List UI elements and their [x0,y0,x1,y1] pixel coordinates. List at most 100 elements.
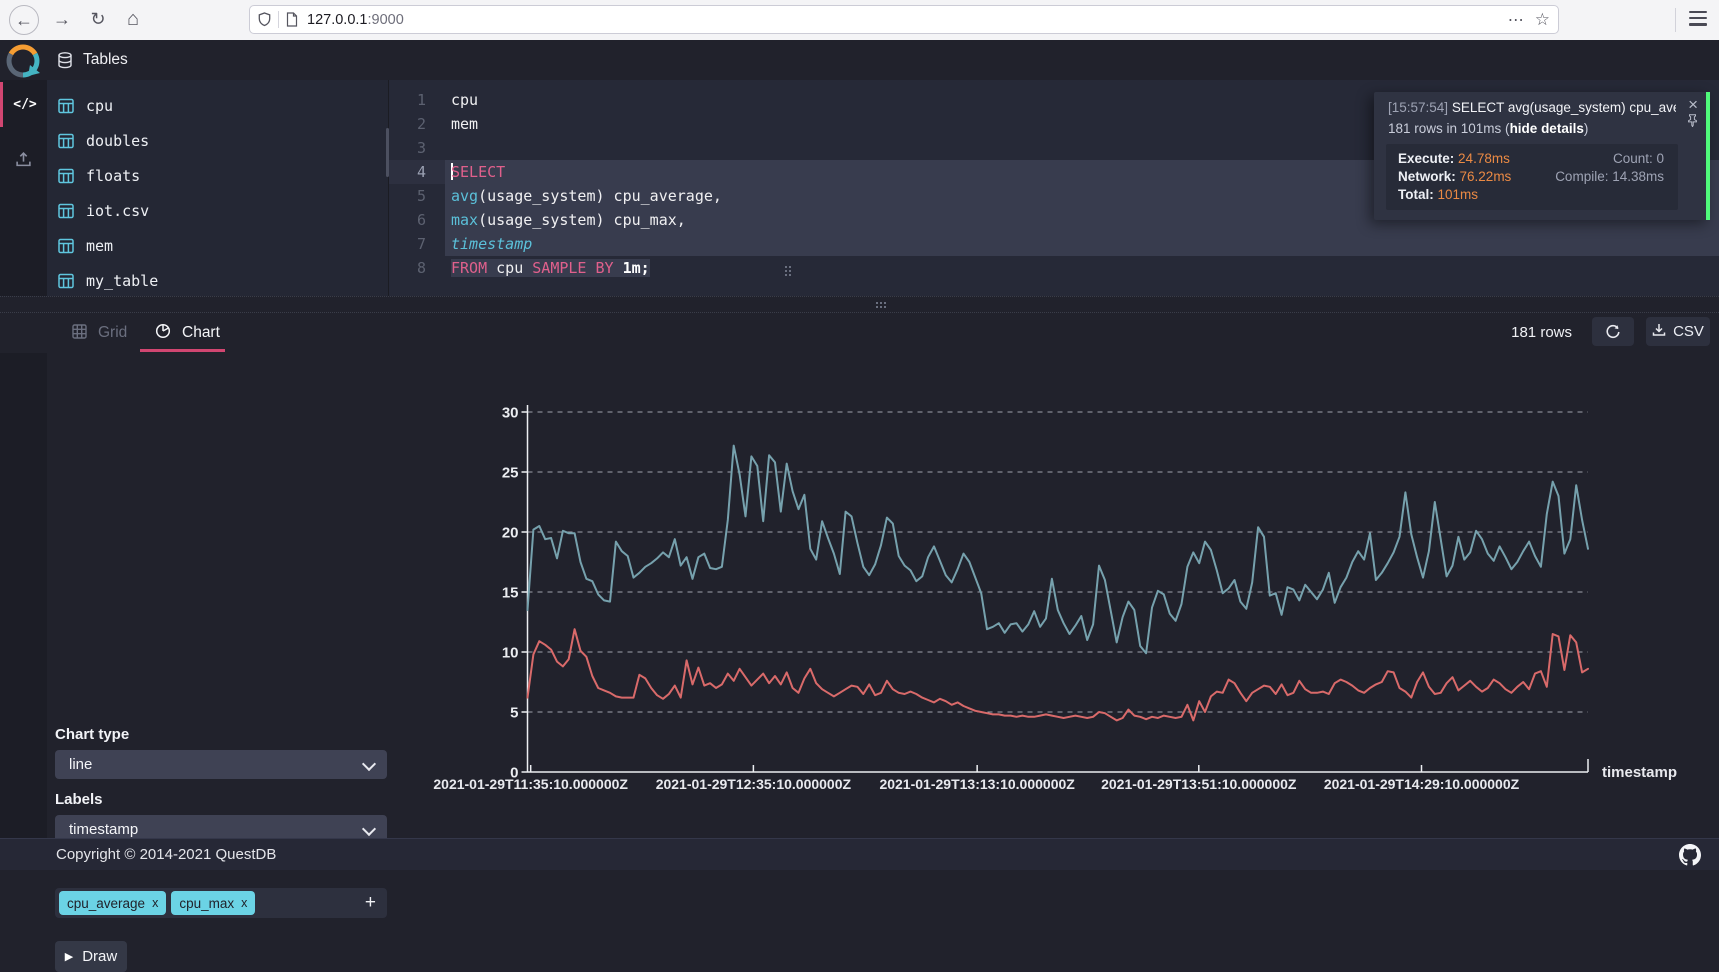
tables-header-icon [57,52,73,73]
splitter-drag-handle[interactable] [876,302,878,304]
hide-details-link[interactable]: hide details [1510,121,1584,136]
line-number: 2 [389,112,445,136]
notification-details-box: Execute: 24.78ms Network: 76.22ms Total:… [1386,144,1678,210]
tables-panel: cpudoublesfloatsiot.csvmemmy_table [47,80,389,296]
series-cpu_average [528,629,1589,720]
table-item-iot.csv[interactable]: iot.csv [47,193,388,228]
table-item-floats[interactable]: floats [47,158,388,193]
network-stat: Network: 76.22ms [1398,169,1511,184]
editor-line-8[interactable]: 8FROM cpu SAMPLE BY 1m; [389,256,1719,280]
execute-stat: Execute: 24.78ms [1398,151,1510,166]
series-cpu_max [528,446,1589,654]
result-tabbar: Grid Chart 181 rows CSV [0,313,1719,353]
grid-icon [72,324,87,343]
x-tick-label: 2021-01-29T13:51:10.000000Z [1101,776,1297,792]
count-stat: Count: 0 [1613,151,1664,166]
y-tick-label: 10 [502,645,519,662]
table-icon [58,203,74,219]
table-item-my_table[interactable]: my_table [47,263,388,298]
tab-chart[interactable]: Chart [155,313,220,353]
footer: Copyright © 2014-2021 QuestDB [0,838,1719,870]
browser-menu-button[interactable] [1689,11,1707,26]
code-icon: </> [13,97,36,112]
draw-play-icon: ▶ [65,950,73,963]
query-notification-popup: [15:57:54] SELECT avg(usage_system) cpu_… [1374,92,1710,220]
urlbar-divider [278,11,279,28]
page-icon[interactable] [286,12,298,27]
table-item-doubles[interactable]: doubles [47,123,388,158]
x-tick-label: 2021-01-29T11:35:10.000000Z [433,776,628,792]
line-number: 8 [389,256,445,280]
series-chip-cpu_average[interactable]: cpu_averagex [59,891,166,915]
tab-grid[interactable]: Grid [72,313,127,353]
browser-reload-button[interactable]: ↻ [84,5,112,33]
y-tick-label: 5 [510,705,518,722]
y-tick-label: 20 [502,525,519,542]
row-count: 181 rows [1511,313,1572,353]
sidebar-item-import[interactable] [0,138,47,183]
tables-panel-title: Tables [83,51,128,69]
table-icon [58,98,74,114]
chart-panel: Chart type line Labels timestamp Series … [0,353,1719,838]
app-header: Tables ▷ Run [0,40,1719,80]
csv-download-button[interactable]: CSV [1646,317,1710,346]
total-stat: Total: 101ms [1398,187,1478,202]
y-tick-label: 30 [502,405,519,422]
line-number: 3 [389,136,445,160]
browser-back-button[interactable]: ← [9,5,39,35]
x-tick-label: 2021-01-29T12:35:10.000000Z [656,776,852,792]
copyright-text: Copyright © 2014-2021 QuestDB [56,846,276,863]
table-item-mem[interactable]: mem [47,228,388,263]
github-icon[interactable] [1679,844,1701,870]
table-item-cpu[interactable]: cpu [47,88,388,123]
x-axis-title: timestamp [1602,764,1677,781]
line-number: 4 [389,160,445,184]
browser-toolbar: ← → ↻ ⌂ 127.0.0.1:9000 ⋯ ☆ [0,0,1719,41]
questdb-logo[interactable] [4,42,42,80]
url-bar[interactable]: 127.0.0.1:9000 ⋯ ☆ [249,5,1559,34]
series-chip-cpu_max[interactable]: cpu_maxx [171,891,255,915]
line-number: 6 [389,208,445,232]
table-icon [58,238,74,254]
notification-summary: 181 rows in 101ms (hide details) [1388,121,1588,136]
add-series-button[interactable]: + [365,891,376,915]
browser-home-button[interactable]: ⌂ [119,5,147,33]
line-chart[interactable]: 0510152025302021-01-29T11:35:10.000000Z2… [0,353,1719,838]
x-tick-label: 2021-01-29T14:29:10.000000Z [1324,776,1520,792]
notification-title: [15:57:54] SELECT avg(usage_system) cpu_… [1388,100,1676,115]
panel-resize-handle-vertical[interactable] [785,266,787,268]
result-refresh-button[interactable] [1592,317,1634,346]
pin-icon[interactable] [1687,114,1698,131]
y-tick-label: 25 [502,465,519,482]
draw-button[interactable]: ▶ Draw [55,941,127,972]
url-text: 127.0.0.1:9000 [307,12,404,28]
close-icon[interactable]: × [1688,96,1698,113]
line-number: 7 [389,232,445,256]
line-number: 1 [389,88,445,112]
active-tab-underline [140,349,225,352]
bookmark-star-icon[interactable]: ☆ [1535,10,1550,30]
x-tick-label: 2021-01-29T13:13:10.000000Z [879,776,1075,792]
notification-success-bar [1706,92,1710,220]
remove-series-icon[interactable]: x [152,896,158,910]
page-actions-icon[interactable]: ⋯ [1508,10,1525,30]
browser-forward-button[interactable]: → [48,5,76,33]
y-tick-label: 15 [502,585,519,602]
line-code: FROM cpu SAMPLE BY 1m; [445,256,1719,280]
line-code: timestamp [445,232,1719,256]
compile-stat: Compile: 14.38ms [1555,169,1664,184]
series-field[interactable]: cpu_averagexcpu_maxx + [55,888,387,918]
sidebar-item-console[interactable]: </> [0,82,47,127]
table-icon [58,273,74,289]
download-icon [1652,323,1666,341]
upload-icon [15,151,32,171]
line-number: 5 [389,184,445,208]
shield-icon[interactable] [258,12,271,27]
table-icon [58,133,74,149]
remove-series-icon[interactable]: x [241,896,247,910]
table-icon [58,168,74,184]
toolbar-divider [1675,8,1676,32]
pie-chart-icon [155,323,171,343]
horizontal-splitter[interactable] [0,296,1719,313]
editor-line-7[interactable]: 7timestamp [389,232,1719,256]
